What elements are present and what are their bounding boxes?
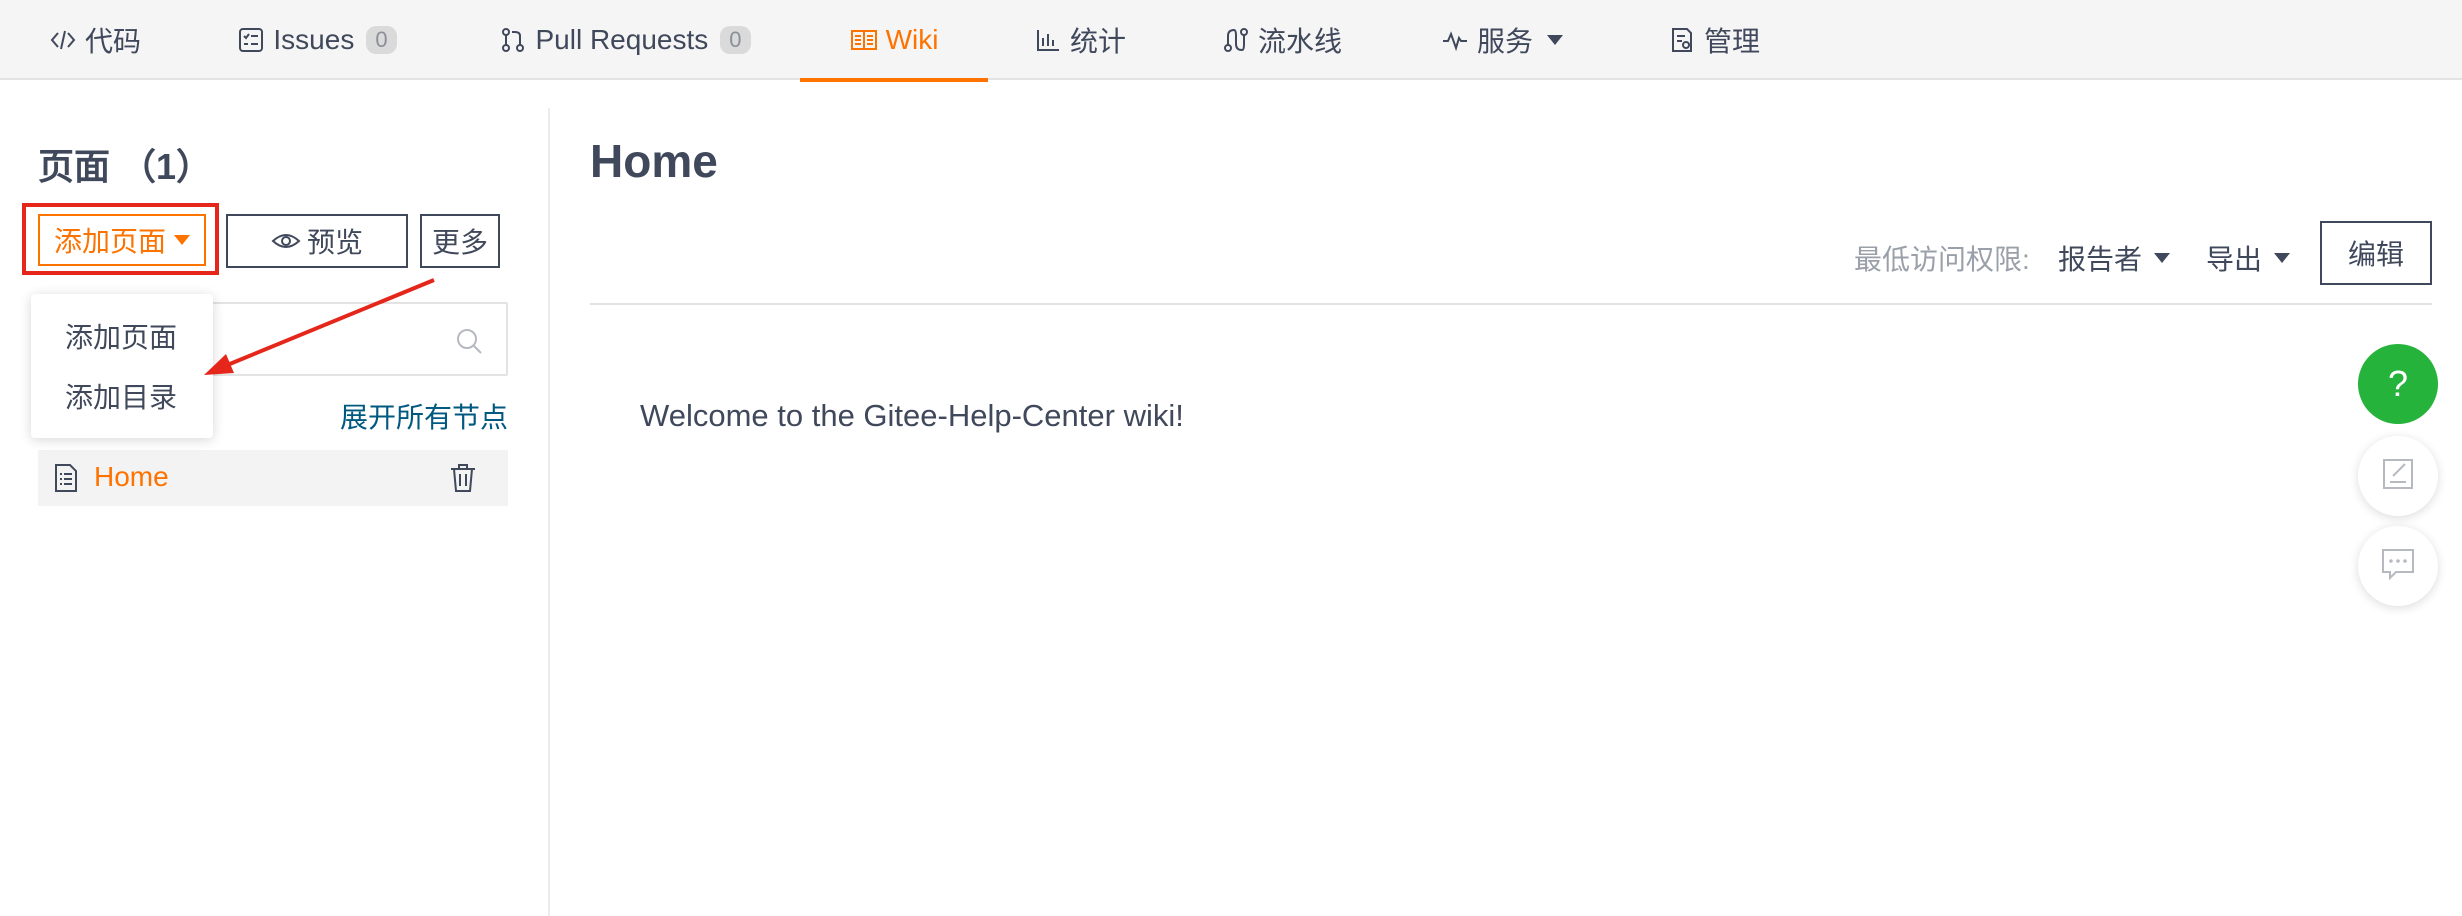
eye-icon (271, 226, 301, 256)
wiki-body-text: Welcome to the Gitee-Help-Center wiki! (640, 398, 1184, 433)
issues-icon (237, 26, 265, 54)
sidebar-divider (548, 108, 550, 916)
content-divider (590, 303, 2432, 305)
tab-label: 管理 (1703, 26, 1760, 57)
tab-label: 统计 (1069, 26, 1126, 57)
pull-request-icon (499, 26, 527, 54)
stats-icon (1034, 26, 1062, 54)
chevron-down-icon (2154, 253, 2171, 263)
export-label: 导出 (2206, 244, 2263, 275)
tab-stats[interactable]: 统计 (1030, 0, 1130, 80)
tab-code[interactable]: 代码 (40, 0, 150, 80)
add-page-dropdown: 添加页面 添加目录 (31, 294, 213, 438)
chevron-down-icon (174, 235, 190, 245)
edit-button[interactable]: 编辑 (2320, 221, 2432, 285)
export-dropdown[interactable]: 导出 (2206, 238, 2291, 278)
chat-icon (2380, 547, 2416, 586)
tab-wiki[interactable]: Wiki (800, 0, 988, 82)
annotation-arrow (204, 278, 435, 375)
tab-pipeline[interactable]: 流水线 (1218, 0, 1346, 80)
edit-label: 编辑 (2347, 239, 2404, 270)
expand-all-link[interactable]: 展开所有节点 (340, 396, 508, 436)
trash-icon[interactable] (448, 462, 478, 499)
tab-issues[interactable]: Issues 0 (228, 0, 406, 80)
chat-button[interactable] (2358, 526, 2438, 606)
more-button[interactable]: 更多 (420, 214, 500, 268)
add-page-label: 添加页面 (53, 226, 166, 257)
wiki-icon (850, 26, 878, 54)
help-button[interactable]: ? (2358, 344, 2438, 424)
search-icon[interactable] (454, 326, 484, 361)
pipeline-icon (1222, 26, 1250, 54)
feedback-button[interactable] (2358, 436, 2438, 516)
tree-item-label: Home (94, 461, 169, 492)
code-icon (49, 26, 77, 54)
more-label: 更多 (431, 227, 488, 258)
help-label: ? (2387, 363, 2409, 404)
tab-pull-requests[interactable]: Pull Requests 0 (490, 0, 760, 80)
page-title: Home (590, 135, 718, 187)
tab-label: 流水线 (1257, 26, 1342, 57)
tab-label: 服务 (1476, 26, 1533, 57)
tab-label: Wiki (885, 24, 939, 55)
manage-icon (1668, 26, 1696, 54)
add-page-button[interactable]: 添加页面 (38, 214, 206, 266)
tab-label: Issues (273, 24, 355, 55)
edit-note-icon (2381, 457, 2415, 496)
repo-tab-bar: 代码 Issues 0 Pull Requests 0 Wiki 统计 流水线 (0, 0, 2462, 82)
tree-item-home[interactable]: Home (38, 450, 508, 506)
tab-manage[interactable]: 管理 (1664, 0, 1764, 80)
issues-count-badge: 0 (366, 26, 397, 54)
dropdown-item-add-page[interactable]: 添加页面 (65, 316, 177, 356)
access-level-label: 最低访问权限: (1854, 244, 2030, 275)
pr-count-badge: 0 (720, 26, 751, 54)
access-level-select[interactable]: 报告者 (2058, 238, 2171, 278)
access-level-value: 报告者 (2058, 244, 2143, 275)
pulse-icon (1441, 26, 1469, 54)
chevron-down-icon (1547, 35, 1563, 45)
tab-label: 代码 (84, 26, 141, 57)
chevron-down-icon (2274, 253, 2291, 263)
document-icon (52, 463, 80, 498)
preview-button[interactable]: 预览 (226, 214, 408, 268)
tab-label: Pull Requests (535, 24, 709, 55)
pages-title: 页面 （1） (38, 146, 213, 187)
tab-services[interactable]: 服务 (1436, 0, 1568, 80)
preview-label: 预览 (306, 227, 363, 258)
dropdown-item-add-directory[interactable]: 添加目录 (65, 376, 177, 416)
